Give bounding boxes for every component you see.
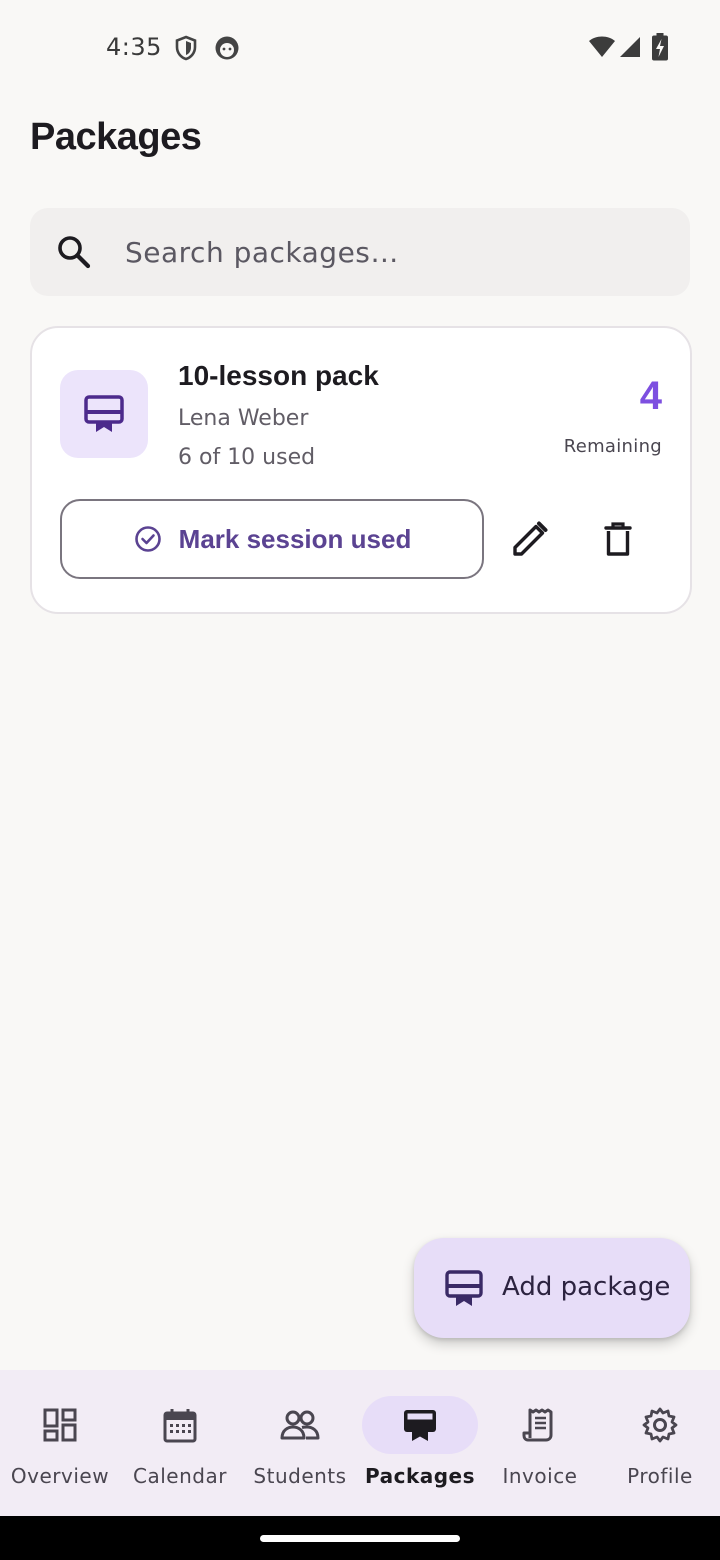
nav-label-invoice: Invoice bbox=[502, 1464, 578, 1488]
package-avatar bbox=[60, 370, 148, 458]
mark-session-used-label: Mark session used bbox=[178, 523, 412, 554]
card-membership-icon bbox=[84, 395, 124, 432]
remaining-count: 4 bbox=[639, 374, 662, 418]
nav-item-calendar[interactable]: Calendar bbox=[120, 1370, 240, 1516]
nav-label-calendar: Calendar bbox=[133, 1464, 227, 1488]
search-input[interactable] bbox=[125, 208, 665, 296]
people-icon bbox=[280, 1410, 320, 1440]
shield-icon bbox=[174, 35, 198, 66]
add-package-label: Add package bbox=[502, 1272, 671, 1302]
system-navigation-bar bbox=[0, 1516, 720, 1560]
status-bar: 4:35 bbox=[0, 0, 720, 96]
nav-label-profile: Profile bbox=[627, 1464, 693, 1488]
calendar-icon bbox=[163, 1409, 197, 1443]
delete-icon bbox=[604, 522, 632, 556]
nav-item-packages[interactable]: Packages bbox=[360, 1370, 480, 1516]
battery-charging-icon bbox=[651, 33, 669, 66]
nav-label-overview: Overview bbox=[10, 1464, 110, 1488]
delete-button[interactable] bbox=[594, 515, 642, 563]
package-usage: 6 of 10 used bbox=[178, 445, 316, 470]
edit-icon bbox=[513, 521, 548, 556]
package-card[interactable]: 10-lesson pack Lena Weber 6 of 10 used 4… bbox=[30, 326, 692, 614]
nav-item-students[interactable]: Students bbox=[240, 1370, 360, 1516]
wifi-icon bbox=[588, 35, 616, 64]
home-gesture-handle[interactable] bbox=[260, 1535, 460, 1542]
package-name: 10-lesson pack bbox=[178, 360, 379, 391]
mark-session-used-button[interactable]: Mark session used bbox=[60, 499, 484, 579]
dashboard-icon bbox=[43, 1408, 77, 1442]
search-bar[interactable] bbox=[30, 208, 690, 296]
nav-label-students: Students bbox=[253, 1464, 347, 1488]
card-membership-icon bbox=[445, 1270, 483, 1306]
edit-button[interactable] bbox=[506, 515, 554, 563]
nav-item-invoice[interactable]: Invoice bbox=[480, 1370, 600, 1516]
page-title: Packages bbox=[30, 116, 202, 158]
status-time: 4:35 bbox=[106, 33, 162, 61]
signal-icon bbox=[618, 35, 642, 64]
bottom-navigation: Overview Calendar Students Packages Invo… bbox=[0, 1370, 720, 1516]
add-package-button[interactable]: Add package bbox=[414, 1238, 690, 1338]
android-face-icon bbox=[214, 35, 240, 66]
gear-icon bbox=[642, 1407, 678, 1443]
check-circle-icon bbox=[134, 526, 161, 552]
nav-item-profile[interactable]: Profile bbox=[600, 1370, 720, 1516]
nav-item-overview[interactable]: Overview bbox=[0, 1370, 120, 1516]
package-student: Lena Weber bbox=[178, 406, 309, 431]
receipt-icon bbox=[522, 1408, 553, 1442]
search-icon bbox=[54, 232, 94, 272]
remaining-label: Remaining bbox=[563, 436, 662, 457]
nav-label-packages: Packages bbox=[364, 1464, 476, 1488]
card-membership-icon bbox=[404, 1410, 436, 1441]
